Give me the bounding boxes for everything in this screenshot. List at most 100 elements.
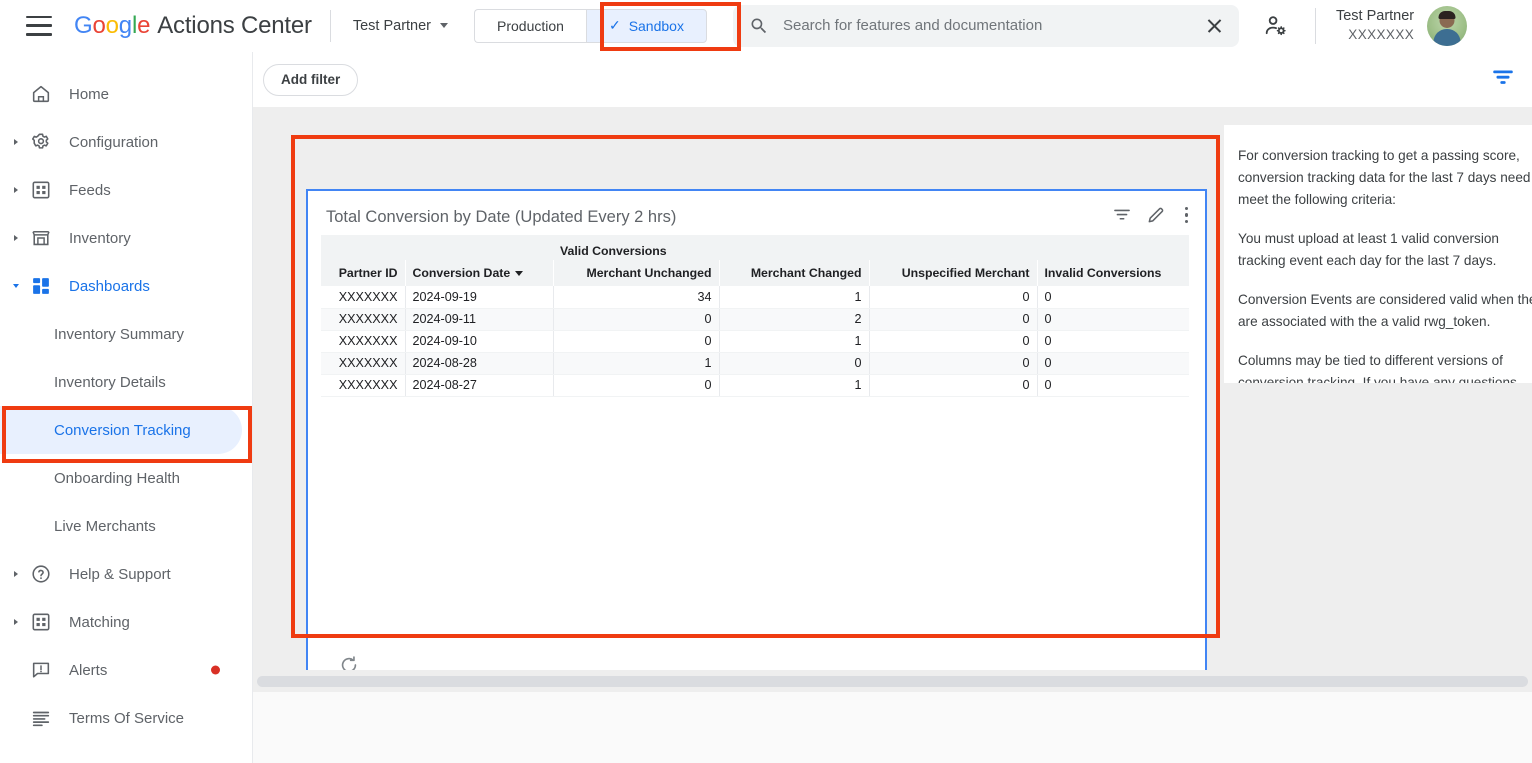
store-icon — [28, 227, 54, 249]
cell-unspecified-merchant: 0 — [869, 330, 1037, 352]
chevron-down-icon — [440, 23, 448, 28]
column-header-invalid-conversions[interactable]: Invalid Conversions — [1037, 260, 1189, 286]
sidebar-item-configuration[interactable]: Configuration — [0, 118, 242, 166]
sidebar-item-dashboards[interactable]: Dashboards — [0, 262, 242, 310]
sidebar-item-live-merchants[interactable]: Live Merchants — [0, 502, 242, 550]
home-icon — [28, 83, 54, 105]
sidebar-item-inventory-summary[interactable]: Inventory Summary — [0, 310, 242, 358]
alert-icon — [28, 659, 54, 681]
sidebar-item-matching[interactable]: Matching — [0, 598, 242, 646]
cell-invalid-conversions: 0 — [1037, 286, 1189, 308]
sidebar-item-label: Inventory Summary — [54, 326, 184, 343]
sidebar-item-onboarding-health[interactable]: Onboarding Health — [0, 454, 242, 502]
more-vert-icon[interactable] — [1180, 205, 1193, 225]
sidebar-item-alerts[interactable]: Alerts — [0, 646, 242, 694]
production-button[interactable]: Production — [474, 9, 586, 43]
column-header-merchant-unchanged[interactable]: Merchant Unchanged — [553, 260, 719, 286]
cell-unspecified-merchant: 0 — [869, 308, 1037, 330]
grid-icon — [28, 179, 54, 201]
note-paragraph: You must upload at least 1 valid convers… — [1238, 228, 1530, 272]
sidebar-item-label: Inventory Details — [54, 374, 166, 391]
table-row[interactable]: XXXXXXX 2024-09-11 0 2 0 0 — [321, 308, 1189, 330]
column-header-partner-id[interactable]: Partner ID — [321, 260, 405, 286]
report-card[interactable]: Total Conversion by Date (Updated Every … — [306, 189, 1207, 673]
sidebar-item-inventory-details[interactable]: Inventory Details — [0, 358, 242, 406]
pencil-icon[interactable] — [1146, 205, 1166, 225]
sidebar-item-label: Onboarding Health — [54, 470, 180, 487]
search-bar[interactable] — [733, 5, 1239, 47]
person-settings-icon[interactable] — [1263, 13, 1289, 39]
table-body: XXXXXXX 2024-09-19 34 1 0 0 XXXXXXX 2024… — [321, 286, 1189, 396]
cell-merchant-changed: 0 — [719, 352, 869, 374]
table-group-header-row: Valid Conversions — [321, 235, 1189, 260]
sidebar-item-label: Terms Of Service — [69, 710, 184, 727]
sandbox-button[interactable]: ✓ Sandbox — [586, 9, 707, 43]
sidebar-item-help-support[interactable]: Help & Support — [0, 550, 242, 598]
sidebar-item-label: Conversion Tracking — [54, 422, 191, 439]
cell-unspecified-merchant: 0 — [869, 352, 1037, 374]
table-row[interactable]: XXXXXXX 2024-08-28 1 0 0 0 — [321, 352, 1189, 374]
note-line: Conversion Events are considered valid w… — [1238, 292, 1532, 307]
cell-partner-id: XXXXXXX — [321, 374, 405, 396]
close-icon[interactable] — [1206, 17, 1223, 34]
sidebar-item-terms-of-service[interactable]: Terms Of Service — [0, 694, 242, 742]
column-header-conversion-date[interactable]: Conversion Date — [405, 260, 553, 286]
note-paragraph: Columns may be tied to different version… — [1238, 350, 1530, 383]
note-line: Columns may be tied to different version… — [1238, 353, 1503, 368]
search-input[interactable] — [783, 17, 1206, 34]
cell-conversion-date: 2024-08-27 — [405, 374, 553, 396]
account-name: Test Partner — [1336, 7, 1414, 27]
document-icon — [28, 707, 54, 729]
sidebar-item-label: Feeds — [69, 182, 111, 199]
sidebar-item-label: Live Merchants — [54, 518, 156, 535]
cell-invalid-conversions: 0 — [1037, 308, 1189, 330]
card-toolbar — [1112, 205, 1193, 225]
cell-partner-id: XXXXXXX — [321, 286, 405, 308]
divider — [330, 10, 331, 42]
table-header-row: Partner ID Conversion Date Merchant Unch… — [321, 260, 1189, 286]
environment-toggle-group: Production ✓ Sandbox — [474, 9, 707, 43]
cell-merchant-changed: 1 — [719, 374, 869, 396]
chevron-right-icon — [10, 571, 22, 577]
sidebar-nav: Home Configuration Feeds Inventory — [0, 52, 253, 763]
help-icon — [28, 563, 54, 585]
avatar[interactable] — [1427, 6, 1467, 46]
column-header-merchant-changed[interactable]: Merchant Changed — [719, 260, 869, 286]
brand-suffix: Actions Center — [157, 12, 312, 40]
check-icon: ✓ — [609, 17, 621, 34]
hamburger-icon[interactable] — [26, 16, 52, 36]
sidebar-item-label: Inventory — [69, 230, 131, 247]
add-filter-button[interactable]: Add filter — [263, 64, 358, 96]
sidebar-item-home[interactable]: Home — [0, 70, 242, 118]
scrollbar-thumb[interactable] — [257, 676, 1528, 687]
note-line: conversion tracking data for the last 7 … — [1238, 170, 1532, 185]
logo-letter: g — [119, 12, 132, 40]
gear-icon — [28, 131, 54, 153]
sidebar-item-inventory[interactable]: Inventory — [0, 214, 242, 262]
top-app-bar: Google Actions Center Test Partner Produ… — [0, 0, 1532, 52]
table-row[interactable]: XXXXXXX 2024-09-19 34 1 0 0 — [321, 286, 1189, 308]
cell-unspecified-merchant: 0 — [869, 374, 1037, 396]
filter-icon[interactable] — [1490, 64, 1516, 95]
table-row[interactable]: XXXXXXX 2024-08-27 0 1 0 0 — [321, 374, 1189, 396]
account-block[interactable]: Test Partner XXXXXXX — [1336, 6, 1467, 46]
cell-conversion-date: 2024-09-11 — [405, 308, 553, 330]
column-header-unspecified-merchant[interactable]: Unspecified Merchant — [869, 260, 1037, 286]
cell-merchant-changed: 1 — [719, 330, 869, 352]
filter-icon[interactable] — [1112, 205, 1132, 225]
partner-selector[interactable]: Test Partner — [349, 13, 452, 39]
group-spacer — [869, 235, 1037, 260]
table-icon — [28, 611, 54, 633]
sidebar-item-feeds[interactable]: Feeds — [0, 166, 242, 214]
sidebar-item-label: Home — [69, 86, 109, 103]
sidebar-item-conversion-tracking[interactable]: Conversion Tracking — [0, 406, 242, 454]
group-spacer — [1037, 235, 1189, 260]
sort-descending-icon — [515, 271, 523, 276]
cell-merchant-unchanged: 0 — [553, 374, 719, 396]
note-line: tracking event each day for the last 7 d… — [1238, 253, 1496, 268]
horizontal-scrollbar[interactable] — [253, 670, 1532, 692]
group-spacer — [321, 235, 405, 260]
table-row[interactable]: XXXXXXX 2024-09-10 0 1 0 0 — [321, 330, 1189, 352]
table-head: Valid Conversions Partner ID Conversion … — [321, 235, 1189, 286]
cell-conversion-date: 2024-09-19 — [405, 286, 553, 308]
